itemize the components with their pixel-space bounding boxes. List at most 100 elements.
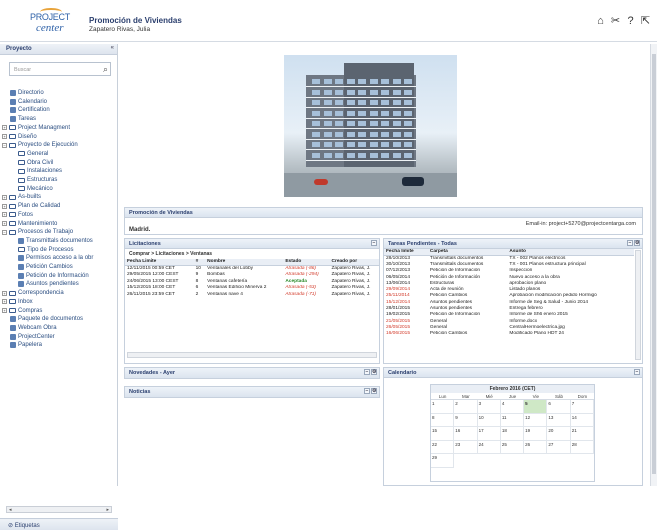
- calendar-day[interactable]: 1: [431, 400, 455, 414]
- sidebar-item[interactable]: Instalaciones: [18, 167, 62, 175]
- tareas-scrollbar[interactable]: [635, 250, 641, 360]
- collapse-icon[interactable]: −: [371, 240, 377, 246]
- tools-icon[interactable]: ✂: [610, 16, 621, 27]
- sidebar-item[interactable]: Petición Cambios: [18, 263, 73, 271]
- calendar-day[interactable]: 7: [570, 400, 594, 414]
- calendar-day[interactable]: 21: [570, 427, 594, 441]
- sidebar-item[interactable]: + Mantenimiento: [2, 220, 57, 228]
- sidebar-item[interactable]: + Inbox: [2, 298, 33, 306]
- expand-node-icon[interactable]: +: [2, 203, 7, 209]
- calendar-day[interactable]: 5: [524, 400, 548, 414]
- calendar-day[interactable]: 19: [524, 427, 548, 441]
- sidebar-item[interactable]: Certification: [10, 106, 50, 114]
- settings-icon[interactable]: ⚙: [371, 388, 377, 394]
- collapse-icon[interactable]: −: [634, 369, 640, 375]
- sidebar-item[interactable]: Obra Civil: [18, 159, 53, 167]
- sidebar-item[interactable]: + Plan de Calidad: [2, 202, 60, 210]
- sidebar-item[interactable]: Tipo de Procesos: [18, 246, 73, 254]
- calendar-day[interactable]: 25: [500, 440, 525, 454]
- sidebar-item[interactable]: + Project Managment: [2, 124, 70, 132]
- scroll-left-icon[interactable]: ◂: [9, 507, 12, 513]
- sidebar-item[interactable]: Estructuras: [18, 176, 57, 184]
- sidebar-item[interactable]: Webcam Obra: [10, 324, 57, 332]
- calendar-day[interactable]: 28: [570, 440, 594, 454]
- sidebar-item[interactable]: + As-builts: [2, 193, 41, 201]
- calendar-day[interactable]: 14: [570, 413, 594, 427]
- sidebar-item[interactable]: Tareas: [10, 115, 36, 123]
- collapse-sidebar-button[interactable]: «: [111, 45, 114, 51]
- calendar-day[interactable]: 4: [500, 400, 525, 414]
- calendar-day[interactable]: 17: [477, 427, 501, 441]
- sidebar-item[interactable]: Petición de Información: [18, 272, 89, 280]
- collapse-icon[interactable]: −: [364, 369, 370, 375]
- sidebar-item[interactable]: + Diseño: [2, 133, 37, 141]
- table-row[interactable]: 15/12/2015 18:00 CET 6 Ventanas Edificio M…: [125, 285, 379, 292]
- calendar-day[interactable]: 23: [454, 440, 478, 454]
- logout-icon[interactable]: ⇱: [640, 16, 651, 27]
- calendar-day[interactable]: 18: [500, 427, 525, 441]
- search-input[interactable]: Buscar ⌕: [9, 62, 111, 76]
- sidebar-item[interactable]: + Compras: [2, 307, 42, 315]
- licitaciones-breadcrumb[interactable]: Comprar > Licitaciones > Ventanas: [125, 249, 379, 259]
- calendar-day[interactable]: 13: [547, 413, 571, 427]
- sidebar-item[interactable]: Directorio: [10, 89, 44, 97]
- licitaciones-scrollbar[interactable]: [127, 352, 377, 358]
- collapse-icon[interactable]: −: [364, 388, 370, 394]
- expand-node-icon[interactable]: +: [2, 212, 7, 218]
- table-row[interactable]: 26/11/2015 23:59 CET 2 Ventanas nave 4 Atra…: [125, 291, 379, 298]
- novedades-header[interactable]: Novedades - Ayer − ⚙: [125, 368, 379, 378]
- sidebar-item[interactable]: Paquete de documentos: [10, 315, 83, 323]
- sidebar-item[interactable]: Mecánico: [18, 185, 53, 193]
- sidebar-item[interactable]: Transmittals documentos: [18, 237, 93, 245]
- table-row[interactable]: 12/11/2015 00:59 CET 10 Ventanales del Lob…: [125, 265, 379, 272]
- collapse-icon[interactable]: −: [627, 240, 633, 246]
- expand-node-icon[interactable]: +: [2, 134, 7, 139]
- expand-node-icon[interactable]: +: [2, 194, 7, 200]
- settings-icon[interactable]: ⚙: [371, 369, 377, 375]
- email-in-address[interactable]: Email-in: project+5270@projectcentarga.c…: [526, 221, 636, 227]
- sidebar-horizontal-scrollbar[interactable]: ◂ ▸: [6, 506, 112, 513]
- search-icon[interactable]: ⌕: [103, 64, 108, 75]
- sidebar-item[interactable]: Permisos acceso a la obr: [18, 254, 93, 262]
- expand-node-icon[interactable]: +: [2, 125, 7, 131]
- calendar-day[interactable]: 20: [547, 427, 571, 441]
- expand-node-icon[interactable]: +: [2, 299, 7, 305]
- scroll-right-icon[interactable]: ▸: [106, 507, 109, 513]
- tags-footer[interactable]: ⊘ Etiquetas: [0, 518, 118, 530]
- settings-icon[interactable]: ⚙: [634, 240, 640, 246]
- project-center-logo[interactable]: PROJECT center: [26, 8, 72, 36]
- calendar-day[interactable]: 6: [547, 400, 571, 414]
- scroll-thumb[interactable]: [652, 54, 656, 474]
- sidebar-item[interactable]: Asuntos pendientes: [18, 280, 79, 288]
- sidebar-item[interactable]: − Procesos de Trabajo: [2, 228, 73, 236]
- calendar-day[interactable]: 16: [454, 427, 478, 441]
- calendar-day[interactable]: 24: [477, 440, 501, 454]
- calendar-day[interactable]: 9: [454, 413, 478, 427]
- calendar-day[interactable]: 3: [477, 400, 501, 414]
- calendar-day[interactable]: 8: [431, 413, 455, 427]
- home-icon[interactable]: ⌂: [595, 16, 606, 27]
- calendar-day[interactable]: 11: [500, 413, 525, 427]
- sidebar-item[interactable]: + Correspondencia: [2, 289, 64, 297]
- sidebar-item[interactable]: + Fotos: [2, 211, 33, 219]
- collapse-node-icon[interactable]: −: [2, 229, 7, 235]
- sidebar-item[interactable]: Calendario: [10, 98, 47, 106]
- table-row[interactable]: 16/06/2015 Petición Cambios Modificado Pla…: [384, 331, 634, 337]
- expand-node-icon[interactable]: +: [2, 290, 7, 296]
- calendar-day[interactable]: 29: [431, 454, 455, 468]
- help-icon[interactable]: ?: [625, 16, 636, 27]
- calendar-day[interactable]: 10: [477, 413, 501, 427]
- sidebar-item[interactable]: General: [18, 150, 48, 158]
- expand-node-icon[interactable]: +: [2, 221, 7, 226]
- calendar-day[interactable]: 22: [431, 440, 455, 454]
- sidebar-item[interactable]: Papelera: [10, 341, 42, 349]
- noticias-header[interactable]: Noticias − ⚙: [125, 387, 379, 397]
- calendar-day[interactable]: 27: [547, 440, 571, 454]
- sidebar-item[interactable]: − Proyecto de Ejecución: [2, 141, 78, 149]
- calendar-day[interactable]: 12: [524, 413, 548, 427]
- calendar-day[interactable]: 15: [431, 427, 455, 441]
- sidebar-item[interactable]: ProjectCenter: [10, 333, 55, 341]
- calendar-day[interactable]: 26: [524, 440, 548, 454]
- main-vertical-scrollbar[interactable]: [650, 44, 657, 486]
- expand-node-icon[interactable]: +: [2, 308, 7, 313]
